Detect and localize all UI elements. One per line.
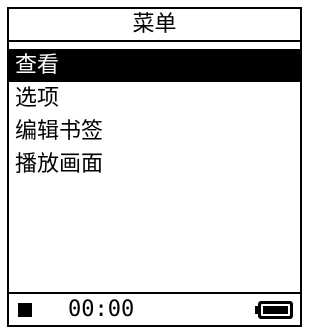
playback-time: 00:00 [68, 297, 135, 322]
menu-title: 菜单 [9, 9, 300, 42]
battery-icon [255, 301, 293, 319]
battery-fill [263, 306, 288, 314]
menu-item-view[interactable]: 查看 [9, 49, 300, 82]
menu-item-options[interactable]: 选项 [9, 82, 300, 115]
status-bar: 00:00 [9, 292, 300, 325]
device-screen: 菜单 查看 选项 编辑书签 播放画面 00:00 [7, 7, 302, 327]
stop-icon [18, 303, 32, 317]
menu-list: 查看 选项 编辑书签 播放画面 [9, 49, 300, 181]
menu-item-edit-bookmarks[interactable]: 编辑书签 [9, 115, 300, 148]
menu-item-playback-screen[interactable]: 播放画面 [9, 148, 300, 181]
